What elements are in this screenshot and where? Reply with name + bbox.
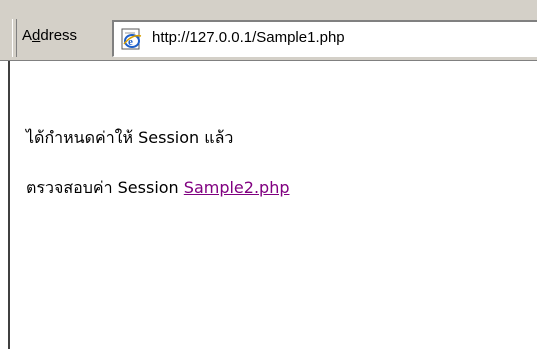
ie-page-icon: e [121, 28, 142, 50]
session-check-label: ตรวจสอบค่า Session [26, 178, 184, 197]
url-text: http://127.0.0.1/Sample1.php [152, 29, 345, 46]
session-set-message: ได้กำหนดค่าให้ Session แล้ว [26, 128, 234, 147]
browser-window: Address e http://127.0.0.1/Sample1.php ไ… [0, 0, 537, 349]
address-label: Address [22, 27, 78, 44]
session-check-line: ตรวจสอบค่า Session Sample2.php [26, 176, 290, 201]
page-content [0, 61, 537, 349]
content-border [8, 61, 10, 349]
address-input[interactable]: e http://127.0.0.1/Sample1.php [112, 20, 537, 57]
address-bar: Address e http://127.0.0.1/Sample1.php [0, 0, 537, 61]
toolbar-grip[interactable] [12, 19, 17, 57]
sample2-link[interactable]: Sample2.php [184, 178, 290, 197]
